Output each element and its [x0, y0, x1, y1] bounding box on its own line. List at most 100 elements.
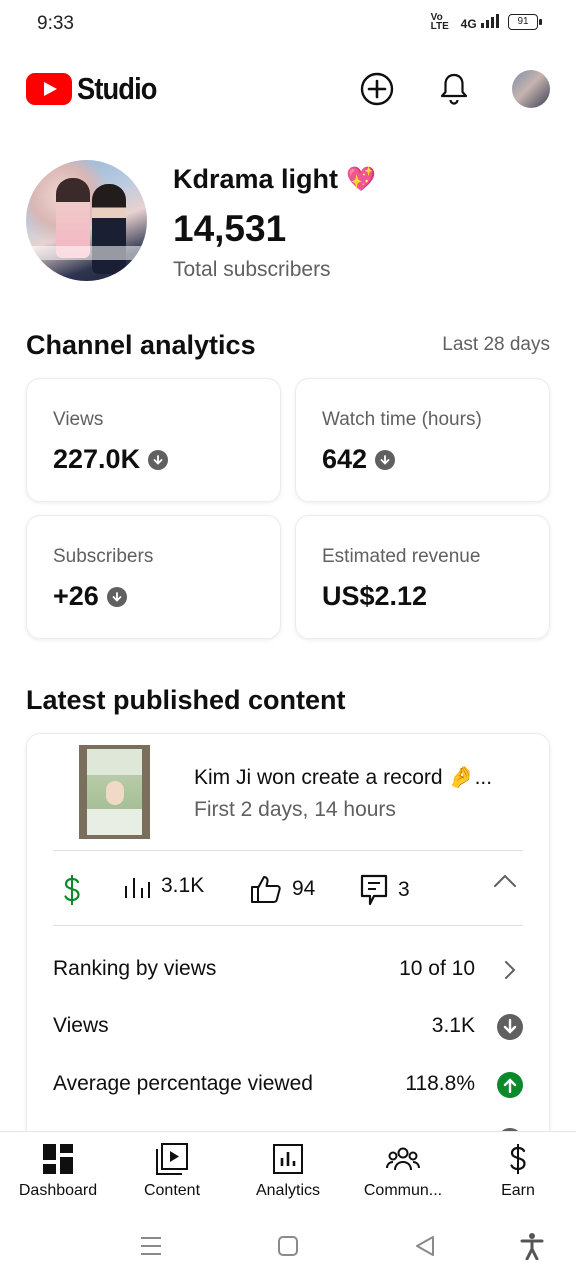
dollar-icon	[64, 875, 80, 905]
analytics-period: Last 28 days	[442, 334, 550, 355]
avg-percentage-row: Average percentage viewed 118.8%	[53, 1072, 523, 1102]
thumbnail-image	[87, 749, 142, 835]
row-value: 118.8%	[405, 1072, 475, 1095]
nav-community[interactable]: Commun...	[348, 1142, 458, 1200]
card-label: Views	[53, 409, 104, 430]
account-avatar[interactable]	[512, 70, 550, 108]
card-value: 227.0K	[53, 444, 169, 475]
bar-chart-icon	[125, 878, 150, 898]
nav-label: Analytics	[255, 1182, 321, 1199]
clock: 9:33	[37, 13, 74, 34]
card-value-text: 642	[322, 444, 368, 474]
status-icons: Vo LTE 4G 91	[430, 12, 542, 32]
analytics-title: Channel analytics	[26, 330, 256, 360]
avatar-caption	[32, 246, 141, 260]
top-app-bar: Studio	[0, 62, 576, 120]
chevron-up-icon	[494, 874, 516, 887]
row-label: Ranking by views	[53, 957, 217, 980]
channel-avatar[interactable]	[26, 160, 147, 281]
trend-down-icon	[375, 449, 396, 470]
signal-icon: 4G	[460, 13, 500, 31]
channel-name: Kdrama light 💖	[173, 164, 376, 195]
likes-stat[interactable]: 94	[250, 874, 315, 904]
comments-count: 3	[398, 878, 410, 901]
back-button[interactable]	[408, 1229, 442, 1263]
content-icon	[117, 1142, 227, 1176]
up-arrow-icon	[497, 1072, 523, 1098]
ranking-row[interactable]: Ranking by views 10 of 10	[53, 957, 523, 987]
row-value: 10 of 10	[399, 957, 475, 980]
card-label: Watch time (hours)	[322, 409, 482, 430]
home-button[interactable]	[271, 1229, 305, 1263]
dollar-icon	[463, 1142, 573, 1176]
dashboard-icon	[3, 1142, 113, 1176]
row-value: 3.1K	[431, 1014, 475, 1037]
volte-indicator: Vo LTE	[430, 12, 449, 32]
card-value: +26	[53, 581, 127, 612]
analytics-card-views[interactable]: Views 227.0K	[26, 378, 281, 502]
bottom-navigation: Dashboard Content Analytics Commun... Ea…	[0, 1131, 576, 1211]
video-period: First 2 days, 14 hours	[194, 798, 396, 821]
down-arrow-icon	[497, 1014, 523, 1040]
card-label: Estimated revenue	[322, 546, 481, 567]
bell-icon	[440, 73, 468, 105]
latest-content-card: Kim Ji won create a record 🤌... First 2 …	[26, 733, 550, 1153]
recents-button[interactable]	[134, 1229, 168, 1263]
card-value-text: US$2.12	[322, 581, 428, 611]
accessibility-button[interactable]	[515, 1229, 549, 1263]
notifications-button[interactable]	[434, 69, 474, 109]
likes-count: 94	[292, 877, 316, 900]
add-circle-icon	[360, 72, 394, 106]
network-type: 4G	[460, 16, 477, 31]
card-label: Subscribers	[53, 546, 154, 567]
triangle-back-icon	[416, 1236, 434, 1256]
views-count: 3.1K	[161, 874, 205, 897]
system-navigation-bar	[0, 1211, 576, 1280]
nav-label: Content	[143, 1182, 201, 1199]
analytics-card-watch-time[interactable]: Watch time (hours) 642	[295, 378, 550, 502]
status-bar: 9:33 Vo LTE 4G 91	[0, 0, 576, 50]
video-title[interactable]: Kim Ji won create a record 🤌...	[194, 766, 492, 790]
analytics-card-subscribers[interactable]: Subscribers +26	[26, 515, 281, 639]
comments-stat[interactable]: 3	[360, 874, 410, 906]
row-label: Views	[53, 1014, 109, 1037]
trend-down-icon	[106, 586, 127, 607]
nav-dashboard[interactable]: Dashboard	[3, 1142, 113, 1200]
nav-label: Dashboard	[18, 1182, 98, 1199]
subscriber-label: Total subscribers	[173, 258, 331, 281]
card-value-text: +26	[53, 581, 99, 611]
channel-name-text: Kdrama light	[173, 164, 339, 194]
avatar-figure	[92, 184, 126, 274]
comment-icon	[360, 874, 388, 906]
nav-analytics[interactable]: Analytics	[233, 1142, 343, 1200]
analytics-card-revenue[interactable]: Estimated revenue US$2.12	[295, 515, 550, 639]
nav-earn[interactable]: Earn	[463, 1142, 573, 1200]
thumbnail-figure	[106, 781, 124, 805]
accessibility-icon	[520, 1233, 544, 1260]
community-icon	[348, 1142, 458, 1176]
subscriber-count: 14,531	[173, 208, 287, 249]
row-label: Average percentage viewed	[53, 1072, 313, 1095]
card-value: 642	[322, 444, 396, 475]
studio-logo[interactable]: Studio	[26, 71, 167, 107]
sparkling-heart-icon: 💖	[346, 166, 376, 193]
nav-content[interactable]: Content	[117, 1142, 227, 1200]
create-button[interactable]	[357, 69, 397, 109]
nav-label: Commun...	[363, 1182, 443, 1199]
square-icon	[278, 1236, 298, 1256]
nav-label: Earn	[501, 1182, 535, 1199]
battery-icon: 91	[508, 14, 542, 30]
card-value: US$2.12	[322, 581, 427, 612]
logo-text: Studio	[77, 71, 157, 106]
latest-content-title: Latest published content	[26, 685, 346, 715]
video-thumbnail[interactable]	[79, 745, 150, 839]
collapse-button[interactable]	[493, 874, 517, 888]
views-row: Views 3.1K	[53, 1014, 523, 1044]
chevron-right-icon	[497, 957, 523, 983]
divider	[53, 925, 523, 926]
revenue-stat[interactable]	[61, 874, 83, 906]
card-value-text: 227.0K	[53, 444, 141, 474]
views-stat[interactable]: 3.1K	[123, 874, 204, 898]
analytics-icon	[233, 1142, 343, 1176]
trend-down-icon	[148, 449, 169, 470]
